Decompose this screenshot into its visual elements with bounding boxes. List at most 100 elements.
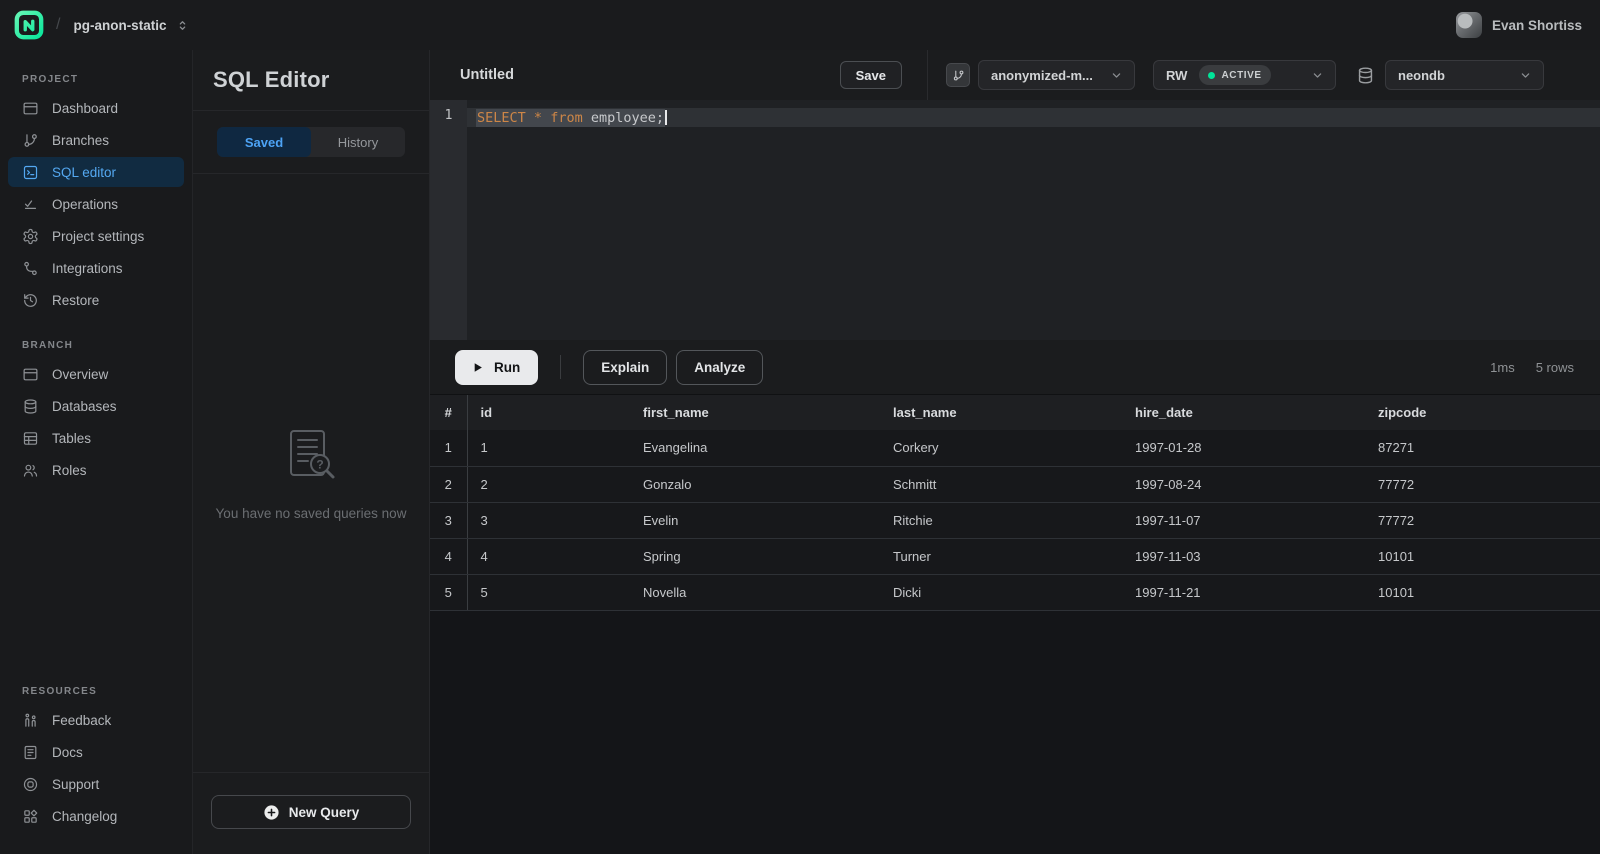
sidebar-item-roles[interactable]: Roles	[8, 455, 184, 485]
table-cell: Dicki	[880, 574, 1122, 610]
sql-token-plain	[542, 110, 550, 126]
status-label: ACTIVE	[1221, 70, 1261, 81]
sidebar-item-label: Restore	[52, 293, 99, 308]
results-table: #idfirst_namelast_namehire_datezipcode 1…	[430, 395, 1600, 611]
sidebar-item-label: Project settings	[52, 229, 144, 244]
explain-button[interactable]: Explain	[583, 350, 667, 385]
user-avatar	[1456, 12, 1482, 38]
branch-selector[interactable]: anonymized-m...	[978, 60, 1135, 90]
sql-selection: SELECT * from employee;	[476, 109, 665, 127]
table-row[interactable]: 11EvangelinaCorkery1997-01-2887271	[430, 430, 1600, 466]
column-header-row-number: #	[430, 395, 467, 430]
sidebar-item-label: Operations	[52, 197, 118, 212]
run-button[interactable]: Run	[455, 350, 538, 385]
editor-header-left: Untitled Save	[430, 50, 928, 100]
sidebar-section-label: RESOURCES	[0, 686, 192, 704]
column-header-hire-date: hire_date	[1122, 395, 1365, 430]
table-row[interactable]: 33EvelinRitchie1997-11-0777772	[430, 502, 1600, 538]
tab-saved[interactable]: Saved	[217, 127, 311, 157]
main-content: Untitled Save anonymized-m... RW	[430, 50, 1600, 854]
queries-panel: SQL Editor SavedHistory ? You have no sa…	[193, 50, 430, 854]
table-cell: 1997-11-21	[1122, 574, 1365, 610]
row-number-cell: 2	[430, 466, 467, 502]
row-number-cell: 4	[430, 538, 467, 574]
database-selector[interactable]: neondb	[1385, 60, 1544, 90]
column-header-zipcode: zipcode	[1365, 395, 1600, 430]
editor-header-right: anonymized-m... RW ACTIVE neondb	[928, 50, 1600, 100]
sidebar-item-overview[interactable]: Overview	[8, 359, 184, 389]
topbar: / pg-anon-static Evan Shortiss	[0, 0, 1600, 50]
sidebar-item-tables[interactable]: Tables	[8, 423, 184, 453]
sidebar-item-restore[interactable]: Restore	[8, 285, 184, 315]
sidebar-item-integrations[interactable]: Integrations	[8, 253, 184, 283]
sidebar-item-label: Overview	[52, 367, 108, 382]
sidebar-section-label: BRANCH	[0, 340, 192, 358]
table-cell: 1	[467, 430, 630, 466]
overview-icon	[22, 366, 39, 383]
dashboard-icon	[22, 100, 39, 117]
sidebar-item-changelog[interactable]: Changelog	[8, 801, 184, 831]
user-name: Evan Shortiss	[1492, 18, 1582, 33]
row-number-cell: 5	[430, 574, 467, 610]
sidebar-item-operations[interactable]: Operations	[8, 189, 184, 219]
table-cell: 1997-11-03	[1122, 538, 1365, 574]
query-stats: 1ms 5 rows	[1490, 360, 1574, 375]
table-cell: 3	[467, 502, 630, 538]
branch-selector-value: anonymized-m...	[991, 68, 1093, 83]
table-cell: Spring	[630, 538, 880, 574]
page-title: SQL Editor	[213, 67, 330, 93]
table-row[interactable]: 44SpringTurner1997-11-0310101	[430, 538, 1600, 574]
compute-status-badge: ACTIVE	[1199, 65, 1270, 85]
editor-gutter: 1	[430, 100, 467, 340]
sidebar-item-feedback[interactable]: Feedback	[8, 705, 184, 735]
status-dot	[1208, 72, 1215, 79]
sidebar-item-label: Dashboard	[52, 101, 118, 116]
sidebar-item-dashboard[interactable]: Dashboard	[8, 93, 184, 123]
column-header-first-name: first_name	[630, 395, 880, 430]
compute-selector[interactable]: RW ACTIVE	[1153, 60, 1336, 90]
results-area: #idfirst_namelast_namehire_datezipcode 1…	[430, 395, 1600, 854]
sidebar-section-resources: RESOURCESFeedbackDocsSupportChangelog	[0, 686, 192, 832]
editor-header: Untitled Save anonymized-m... RW	[430, 50, 1600, 100]
database-icon	[1356, 66, 1375, 85]
sidebar-item-branches[interactable]: Branches	[8, 125, 184, 155]
sql-token-plain: employee;	[591, 110, 664, 126]
sidebar-item-project-settings[interactable]: Project settings	[8, 221, 184, 251]
table-row[interactable]: 22GonzaloSchmitt1997-08-2477772	[430, 466, 1600, 502]
neon-logo-icon[interactable]	[14, 10, 44, 40]
sidebar-item-docs[interactable]: Docs	[8, 737, 184, 767]
table-cell: Turner	[880, 538, 1122, 574]
sql-token-keyword: from	[550, 110, 583, 126]
line-number: 1	[430, 108, 467, 123]
text-caret	[665, 110, 667, 125]
table-cell: Evangelina	[630, 430, 880, 466]
sidebar-item-databases[interactable]: Databases	[8, 391, 184, 421]
user-menu[interactable]: Evan Shortiss	[1456, 12, 1582, 38]
branch-action-button[interactable]	[946, 63, 970, 87]
sidebar-item-support[interactable]: Support	[8, 769, 184, 799]
breadcrumb-separator: /	[56, 16, 60, 34]
roles-icon	[22, 462, 39, 479]
table-row[interactable]: 55NovellaDicki1997-11-2110101	[430, 574, 1600, 610]
table-cell: 10101	[1365, 574, 1600, 610]
breadcrumb-project-name[interactable]: pg-anon-static	[73, 18, 166, 33]
tab-history[interactable]: History	[311, 127, 405, 157]
analyze-button[interactable]: Analyze	[676, 350, 763, 385]
query-title[interactable]: Untitled	[460, 67, 840, 83]
sql-editor-area[interactable]: 1 SELECT * from employee;	[430, 100, 1600, 340]
run-label: Run	[494, 360, 520, 375]
row-number-cell: 1	[430, 430, 467, 466]
new-query-button[interactable]: New Query	[211, 795, 411, 829]
integrations-icon	[22, 260, 39, 277]
svg-text:?: ?	[316, 457, 323, 471]
code-editor[interactable]: SELECT * from employee;	[467, 100, 1600, 340]
sidebar-item-label: Integrations	[52, 261, 123, 276]
changelog-icon	[22, 808, 39, 825]
table-cell: Ritchie	[880, 502, 1122, 538]
queries-panel-header: SQL Editor	[193, 50, 429, 111]
sidebar-item-sql-editor[interactable]: SQL editor	[8, 157, 184, 187]
chevrons-up-down-icon[interactable]	[175, 18, 190, 33]
column-header-id: id	[467, 395, 630, 430]
save-button[interactable]: Save	[840, 61, 902, 89]
feedback-icon	[22, 712, 39, 729]
